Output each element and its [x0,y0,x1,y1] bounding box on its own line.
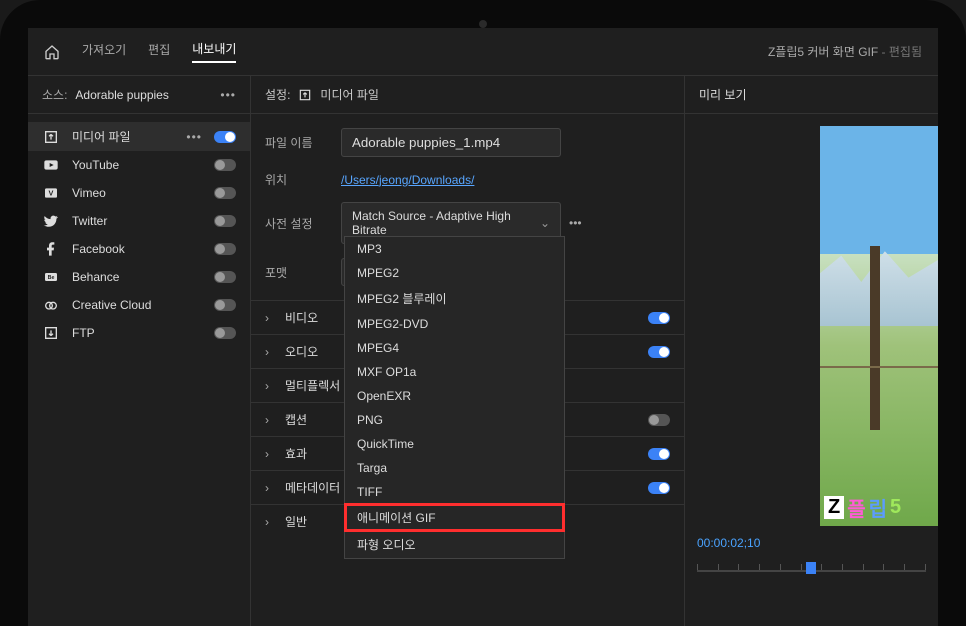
format-dropdown[interactable]: MP3MPEG2MPEG2 블루레이MPEG2-DVDMPEG4MXF OP1a… [344,236,565,559]
chevron-right-icon: › [265,481,275,495]
sidebar-item-label: FTP [72,326,202,340]
source-label: 소스: [42,86,67,103]
laptop-camera-notch [479,20,487,28]
sidebar-item-creative-cloud[interactable]: Creative Cloud [28,291,250,319]
preset-more-icon[interactable]: ••• [569,216,582,230]
format-option[interactable]: OpenEXR [345,384,564,408]
sidebar-item-toggle[interactable] [214,187,236,199]
twitter-icon [42,213,60,229]
format-option[interactable]: MPEG4 [345,336,564,360]
youtube-icon [42,157,60,173]
chevron-right-icon: › [265,345,275,359]
behance-icon: Be [42,269,60,285]
svg-text:Be: Be [48,275,55,281]
export-icon [42,129,60,145]
sidebar-item-toggle[interactable] [214,159,236,171]
format-option[interactable]: PNG [345,408,564,432]
sidebar-item-behance[interactable]: Be Behance [28,263,250,291]
sidebar-source-row: 소스: Adorable puppies ••• [28,76,250,114]
location-link[interactable]: /Users/jeong/Downloads/ [341,173,474,187]
file-name-label: 파일 이름 [265,134,325,151]
chevron-right-icon: › [265,515,275,529]
sidebar-item-toggle[interactable] [214,299,236,311]
sidebar-item-toggle[interactable] [214,271,236,283]
timeline-handle[interactable] [806,562,816,574]
format-option[interactable]: MXF OP1a [345,360,564,384]
top-nav: 가져오기 편집 내보내기 Z플립5 커버 화면 GIF - 편집됨 [28,28,938,76]
home-icon[interactable] [44,44,60,60]
sidebar-item-toggle[interactable] [214,327,236,339]
sidebar: 소스: Adorable puppies ••• 미디어 파일 ••• YouTub… [28,76,251,626]
section-toggle[interactable] [648,346,670,358]
format-option[interactable]: MP3 [345,237,564,261]
vimeo-icon: V [42,185,60,201]
app-window: 가져오기 편집 내보내기 Z플립5 커버 화면 GIF - 편집됨 소스: Ador… [28,28,938,626]
format-option[interactable]: Targa [345,456,564,480]
settings-sublabel: 미디어 파일 [320,86,379,103]
preview-timecode: 00:00:02;10 [685,536,760,550]
sidebar-item-more-icon[interactable]: ••• [186,130,202,144]
sidebar-item-label: Facebook [72,242,202,256]
sidebar-item-label: Vimeo [72,186,202,200]
location-label: 위치 [265,171,325,188]
preview-overlay-logo: Z플립5 [824,493,934,522]
export-icon [298,88,312,102]
format-option[interactable]: MPEG2 [345,261,564,285]
format-option[interactable]: MPEG2-DVD [345,312,564,336]
file-name-input[interactable] [341,128,561,157]
section-toggle[interactable] [648,312,670,324]
project-title: Z플립5 커버 화면 GIF - 편집됨 [768,43,922,60]
chevron-right-icon: › [265,311,275,325]
sidebar-item-toggle[interactable] [214,131,236,143]
source-more-icon[interactable]: ••• [220,88,236,102]
sidebar-item-youtube[interactable]: YouTube [28,151,250,179]
format-label: 포맷 [265,264,325,281]
format-option[interactable]: 애니메이션 GIF [345,504,564,531]
tab-내보내기[interactable]: 내보내기 [192,40,236,63]
preview-timeline[interactable] [685,560,938,582]
sidebar-item-미디어-파일[interactable]: 미디어 파일 ••• [28,122,250,151]
tab-편집[interactable]: 편집 [148,41,170,62]
settings-panel: 설정: 미디어 파일 파일 이름 위치 /Users/jeong/Downloa… [251,76,685,626]
format-option[interactable]: QuickTime [345,432,564,456]
section-toggle[interactable] [648,482,670,494]
format-option[interactable]: MPEG2 블루레이 [345,285,564,312]
sidebar-item-label: Behance [72,270,202,284]
tab-가져오기[interactable]: 가져오기 [82,41,126,62]
settings-label: 설정: [265,86,290,103]
chevron-down-icon: ⌄ [540,216,550,230]
preset-label: 사전 설정 [265,215,325,232]
sidebar-item-toggle[interactable] [214,243,236,255]
sidebar-item-ftp[interactable]: FTP [28,319,250,347]
chevron-right-icon: › [265,379,275,393]
sidebar-item-facebook[interactable]: Facebook [28,235,250,263]
format-option[interactable]: 파형 오디오 [345,531,564,558]
sidebar-item-label: Creative Cloud [72,298,202,312]
section-toggle[interactable] [648,414,670,426]
facebook-icon [42,241,60,257]
sidebar-item-label: Twitter [72,214,202,228]
ftp-icon [42,325,60,341]
section-toggle[interactable] [648,448,670,460]
chevron-right-icon: › [265,413,275,427]
chevron-right-icon: › [265,447,275,461]
preview-panel: 미리 보기 Z플립5 00:00:02;10 [685,76,938,626]
source-value: Adorable puppies [75,88,212,102]
sidebar-item-vimeo[interactable]: V Vimeo [28,179,250,207]
preview-title: 미리 보기 [685,76,938,114]
format-option[interactable]: TIFF [345,480,564,504]
creative-cloud-icon [42,297,60,313]
svg-text:V: V [49,189,54,198]
sidebar-item-toggle[interactable] [214,215,236,227]
sidebar-item-label: YouTube [72,158,202,172]
preview-canvas: Z플립5 [820,126,938,526]
sidebar-item-label: 미디어 파일 [72,128,174,145]
sidebar-item-twitter[interactable]: Twitter [28,207,250,235]
